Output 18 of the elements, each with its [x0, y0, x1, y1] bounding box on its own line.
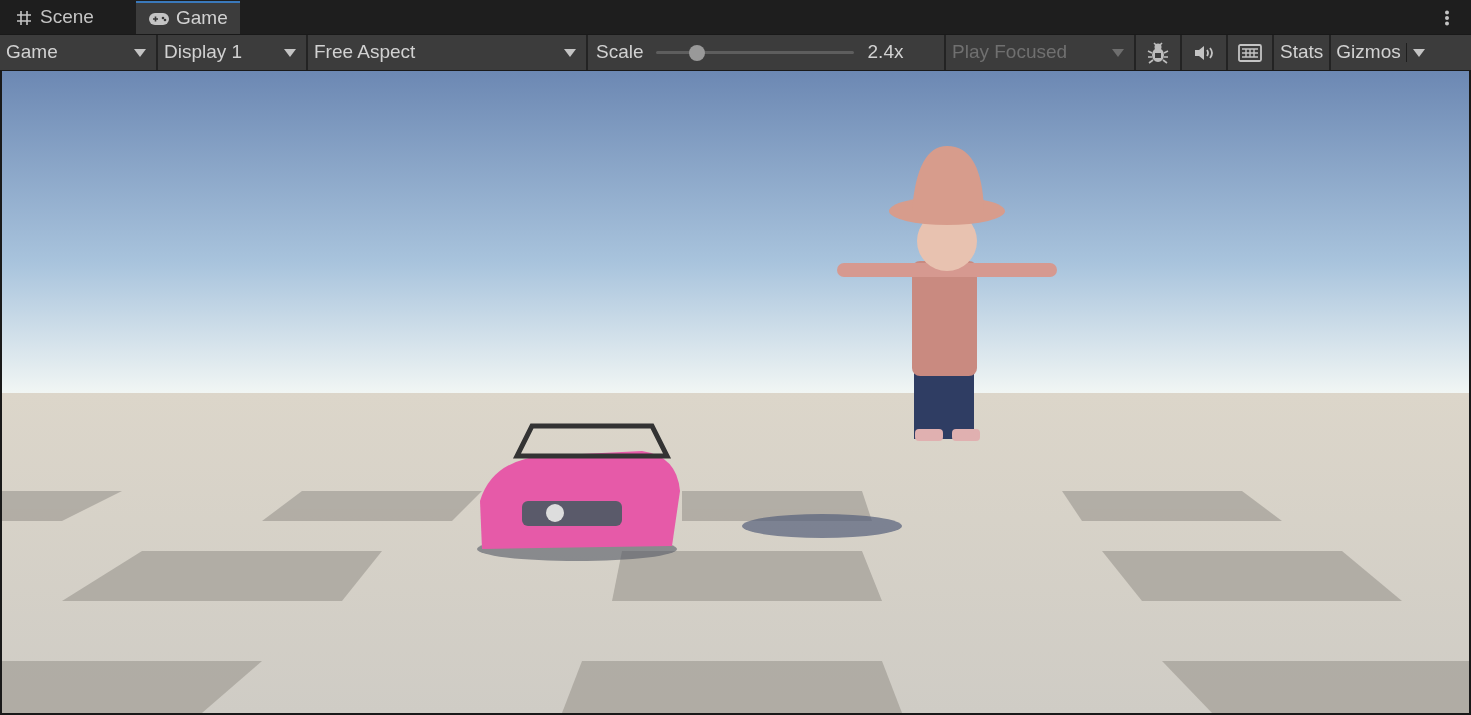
scale-slider[interactable] [655, 43, 854, 62]
caret-icon [1112, 48, 1124, 57]
gamepad-icon [148, 11, 170, 26]
bug-icon [1146, 40, 1170, 65]
slider-thumb[interactable] [689, 44, 706, 61]
caret-icon [134, 48, 146, 57]
keyboard-icon [1238, 43, 1262, 62]
scale-label: Scale [596, 40, 644, 65]
tab[interactable]: Scene [4, 1, 136, 34]
speaker-icon [1193, 43, 1215, 62]
caret-icon [564, 48, 576, 57]
caret-icon [1412, 48, 1425, 57]
more-options-icon[interactable] [1444, 10, 1450, 26]
gizmos-button[interactable]: Gizmos [1331, 35, 1406, 70]
grid-icon [16, 9, 32, 26]
caret-icon [284, 48, 296, 57]
scale-value: 2.4x [867, 40, 904, 65]
tab[interactable]: Game [136, 1, 240, 34]
